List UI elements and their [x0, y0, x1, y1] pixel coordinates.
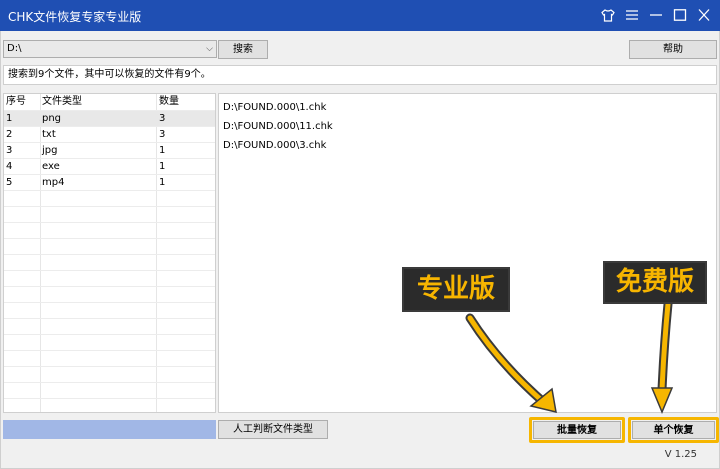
row-count: 3 — [159, 113, 166, 124]
drive-value: D:\ — [7, 43, 22, 54]
free-version-label: 免费版 — [603, 261, 707, 304]
drive-select[interactable]: D:\ ⌵ — [3, 40, 217, 58]
list-item[interactable]: D:\FOUND.000\11.chk — [223, 117, 716, 136]
list-item[interactable]: D:\FOUND.000\3.chk — [223, 136, 716, 155]
header-index: 序号 — [6, 96, 26, 107]
batch-recover-button[interactable]: 批量恢复 — [533, 421, 621, 439]
empty-row — [4, 271, 215, 287]
pro-version-label: 专业版 — [402, 267, 510, 312]
chevron-down-icon[interactable]: ⌵ — [206, 41, 213, 57]
row-index: 2 — [6, 129, 13, 140]
row-type: png — [42, 113, 62, 124]
header-type: 文件类型 — [42, 96, 82, 107]
window-title: CHK文件恢复专家专业版 — [8, 10, 142, 24]
empty-row — [4, 303, 215, 319]
header-count: 数量 — [159, 96, 179, 107]
maximize-icon[interactable] — [672, 6, 688, 24]
row-index: 3 — [6, 145, 13, 156]
file-list: D:\FOUND.000\1.chk D:\FOUND.000\11.chk D… — [218, 93, 717, 413]
row-type: jpg — [42, 145, 58, 156]
empty-row — [4, 351, 215, 367]
empty-row — [4, 335, 215, 351]
table-header: 序号 文件类型 数量 — [4, 94, 215, 111]
empty-row — [4, 191, 215, 207]
empty-row — [4, 239, 215, 255]
empty-row — [4, 383, 215, 399]
row-count: 1 — [159, 161, 166, 172]
row-count: 3 — [159, 129, 166, 140]
table-row[interactable]: 3 jpg 1 — [4, 143, 215, 159]
empty-row — [4, 319, 215, 335]
row-type: exe — [42, 161, 60, 172]
row-type: txt — [42, 129, 56, 140]
table-row[interactable]: 1 png 3 — [4, 111, 215, 127]
row-type: mp4 — [42, 177, 65, 188]
table-row[interactable]: 4 exe 1 — [4, 159, 215, 175]
help-button[interactable]: 帮助 — [629, 40, 717, 59]
row-index: 5 — [6, 177, 13, 188]
row-index: 4 — [6, 161, 13, 172]
empty-row — [4, 207, 215, 223]
empty-row — [4, 287, 215, 303]
list-item[interactable]: D:\FOUND.000\1.chk — [223, 98, 716, 117]
row-count: 1 — [159, 145, 166, 156]
empty-row — [4, 255, 215, 271]
file-type-table: 序号 文件类型 数量 1 png 3 2 txt 3 3 jpg 1 4 exe… — [3, 93, 216, 413]
status-text: 搜索到9个文件，其中可以恢复的文件有9个。 — [3, 65, 717, 85]
title-bar: CHK文件恢复专家专业版 — [0, 0, 720, 31]
manual-type-button[interactable]: 人工判断文件类型 — [218, 420, 328, 439]
close-icon[interactable] — [696, 6, 712, 24]
table-row[interactable]: 5 mp4 1 — [4, 175, 215, 191]
menu-icon[interactable] — [624, 6, 640, 24]
row-index: 1 — [6, 113, 13, 124]
version-label: V 1.25 — [664, 449, 697, 460]
empty-row — [4, 367, 215, 383]
empty-row — [4, 399, 215, 412]
table-row[interactable]: 2 txt 3 — [4, 127, 215, 143]
row-count: 1 — [159, 177, 166, 188]
search-button[interactable]: 搜索 — [218, 40, 268, 59]
progress-bar — [3, 420, 216, 439]
main-window: D:\ ⌵ 搜索 帮助 搜索到9个文件，其中可以恢复的文件有9个。 序号 文件类… — [0, 31, 720, 469]
single-recover-button[interactable]: 单个恢复 — [632, 421, 715, 439]
shirt-icon[interactable] — [600, 6, 616, 24]
empty-row — [4, 223, 215, 239]
minimize-icon[interactable] — [648, 6, 664, 24]
